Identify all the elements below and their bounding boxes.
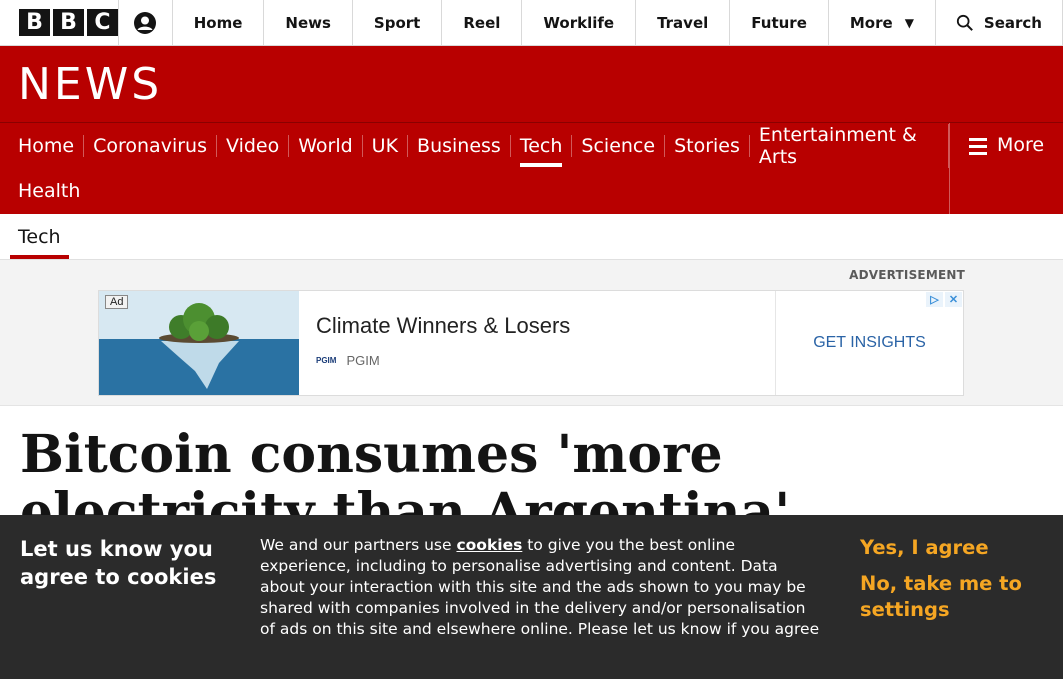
global-nav: B B C Home News Sport Reel Worklife Trav… [0, 0, 1063, 46]
section-nav-entertainment-arts[interactable]: Entertainment & Arts [750, 123, 949, 168]
ad-image[interactable]: Ad [99, 291, 299, 395]
section-nav-row: Home Coronavirus Video World UK Business… [18, 123, 949, 168]
cookie-actions: Yes, I agree No, take me to settings [820, 535, 1030, 679]
cookie-banner: Let us know you agree to cookies We and … [0, 515, 1063, 679]
ad-cta-label: GET INSIGHTS [813, 334, 926, 351]
section-nav-business[interactable]: Business [408, 134, 511, 157]
global-nav-sport[interactable]: Sport [353, 0, 443, 45]
cookies-link[interactable]: cookies [456, 536, 522, 554]
news-banner: NEWS [0, 46, 1063, 123]
advertisement-section: ADVERTISEMENT Ad Climate Winners & Loser… [0, 260, 1063, 406]
cookie-title: Let us know you agree to cookies [20, 537, 217, 589]
section-nav-science[interactable]: Science [572, 134, 666, 157]
section-nav-video[interactable]: Video [217, 134, 290, 157]
ad-badge: Ad [105, 295, 129, 309]
ad-headline[interactable]: Climate Winners & Losers [316, 313, 775, 339]
section-nav-uk[interactable]: UK [363, 134, 409, 157]
logo-letter: B [53, 9, 84, 36]
section-nav-items: Home Coronavirus Video World UK Business… [0, 123, 949, 214]
hamburger-icon [969, 138, 987, 155]
chevron-down-icon: ▼ [904, 15, 914, 30]
section-nav: Home Coronavirus Video World UK Business… [0, 123, 1063, 214]
section-nav-more-button[interactable]: More [949, 123, 1063, 214]
section-nav-health[interactable]: Health [18, 180, 89, 202]
section-nav-home[interactable]: Home [18, 134, 85, 157]
section-nav-tech[interactable]: Tech [511, 134, 573, 167]
cookie-body-prefix: We and our partners use [260, 536, 457, 554]
section-nav-stories[interactable]: Stories [665, 134, 750, 157]
ad-cta-button[interactable]: GET INSIGHTS ▷ ✕ [776, 291, 963, 395]
account-icon [134, 11, 157, 34]
search-button[interactable]: Search [936, 0, 1063, 45]
search-label: Search [983, 13, 1042, 32]
section-nav-row: Health [18, 168, 949, 213]
global-nav-home[interactable]: Home [173, 0, 265, 45]
logo-letter: B [19, 9, 50, 36]
advertisement-box[interactable]: Ad Climate Winners & Losers PGIM PGIM GE… [98, 290, 964, 396]
advertisement-label: ADVERTISEMENT [849, 268, 965, 282]
sub-nav-tech[interactable]: Tech [10, 214, 69, 259]
ad-controls: ▷ ✕ [926, 292, 962, 307]
ad-brand-name: PGIM [346, 353, 380, 368]
global-nav-news[interactable]: News [264, 0, 353, 45]
global-nav-more-button[interactable]: More ▼ [829, 0, 936, 45]
adchoices-icon[interactable]: ▷ [926, 292, 943, 307]
ad-brand: PGIM PGIM [316, 353, 775, 368]
search-icon [956, 14, 973, 31]
logo-letter: C [87, 9, 118, 36]
bbc-logo[interactable]: B B C [0, 0, 119, 45]
sub-nav: Tech [0, 214, 1063, 260]
ad-island-illustration [99, 291, 299, 395]
section-nav-more-label: More [997, 134, 1045, 156]
section-nav-world[interactable]: World [289, 134, 363, 157]
section-nav-coronavirus[interactable]: Coronavirus [84, 134, 217, 157]
account-button[interactable] [119, 0, 173, 45]
news-logo[interactable]: NEWS [18, 59, 162, 110]
global-nav-reel[interactable]: Reel [442, 0, 523, 45]
pgim-logo: PGIM [316, 356, 337, 365]
cookie-settings-button[interactable]: No, take me to settings [860, 571, 1030, 623]
close-icon[interactable]: ✕ [945, 292, 962, 307]
cookie-body: We and our partners use cookies to give … [260, 535, 820, 679]
global-nav-future[interactable]: Future [730, 0, 829, 45]
global-nav-worklife[interactable]: Worklife [522, 0, 637, 45]
ad-text[interactable]: Climate Winners & Losers PGIM PGIM [299, 291, 776, 395]
global-nav-travel[interactable]: Travel [636, 0, 731, 45]
accept-cookies-button[interactable]: Yes, I agree [860, 535, 1030, 561]
global-nav-more-label: More [849, 13, 893, 32]
